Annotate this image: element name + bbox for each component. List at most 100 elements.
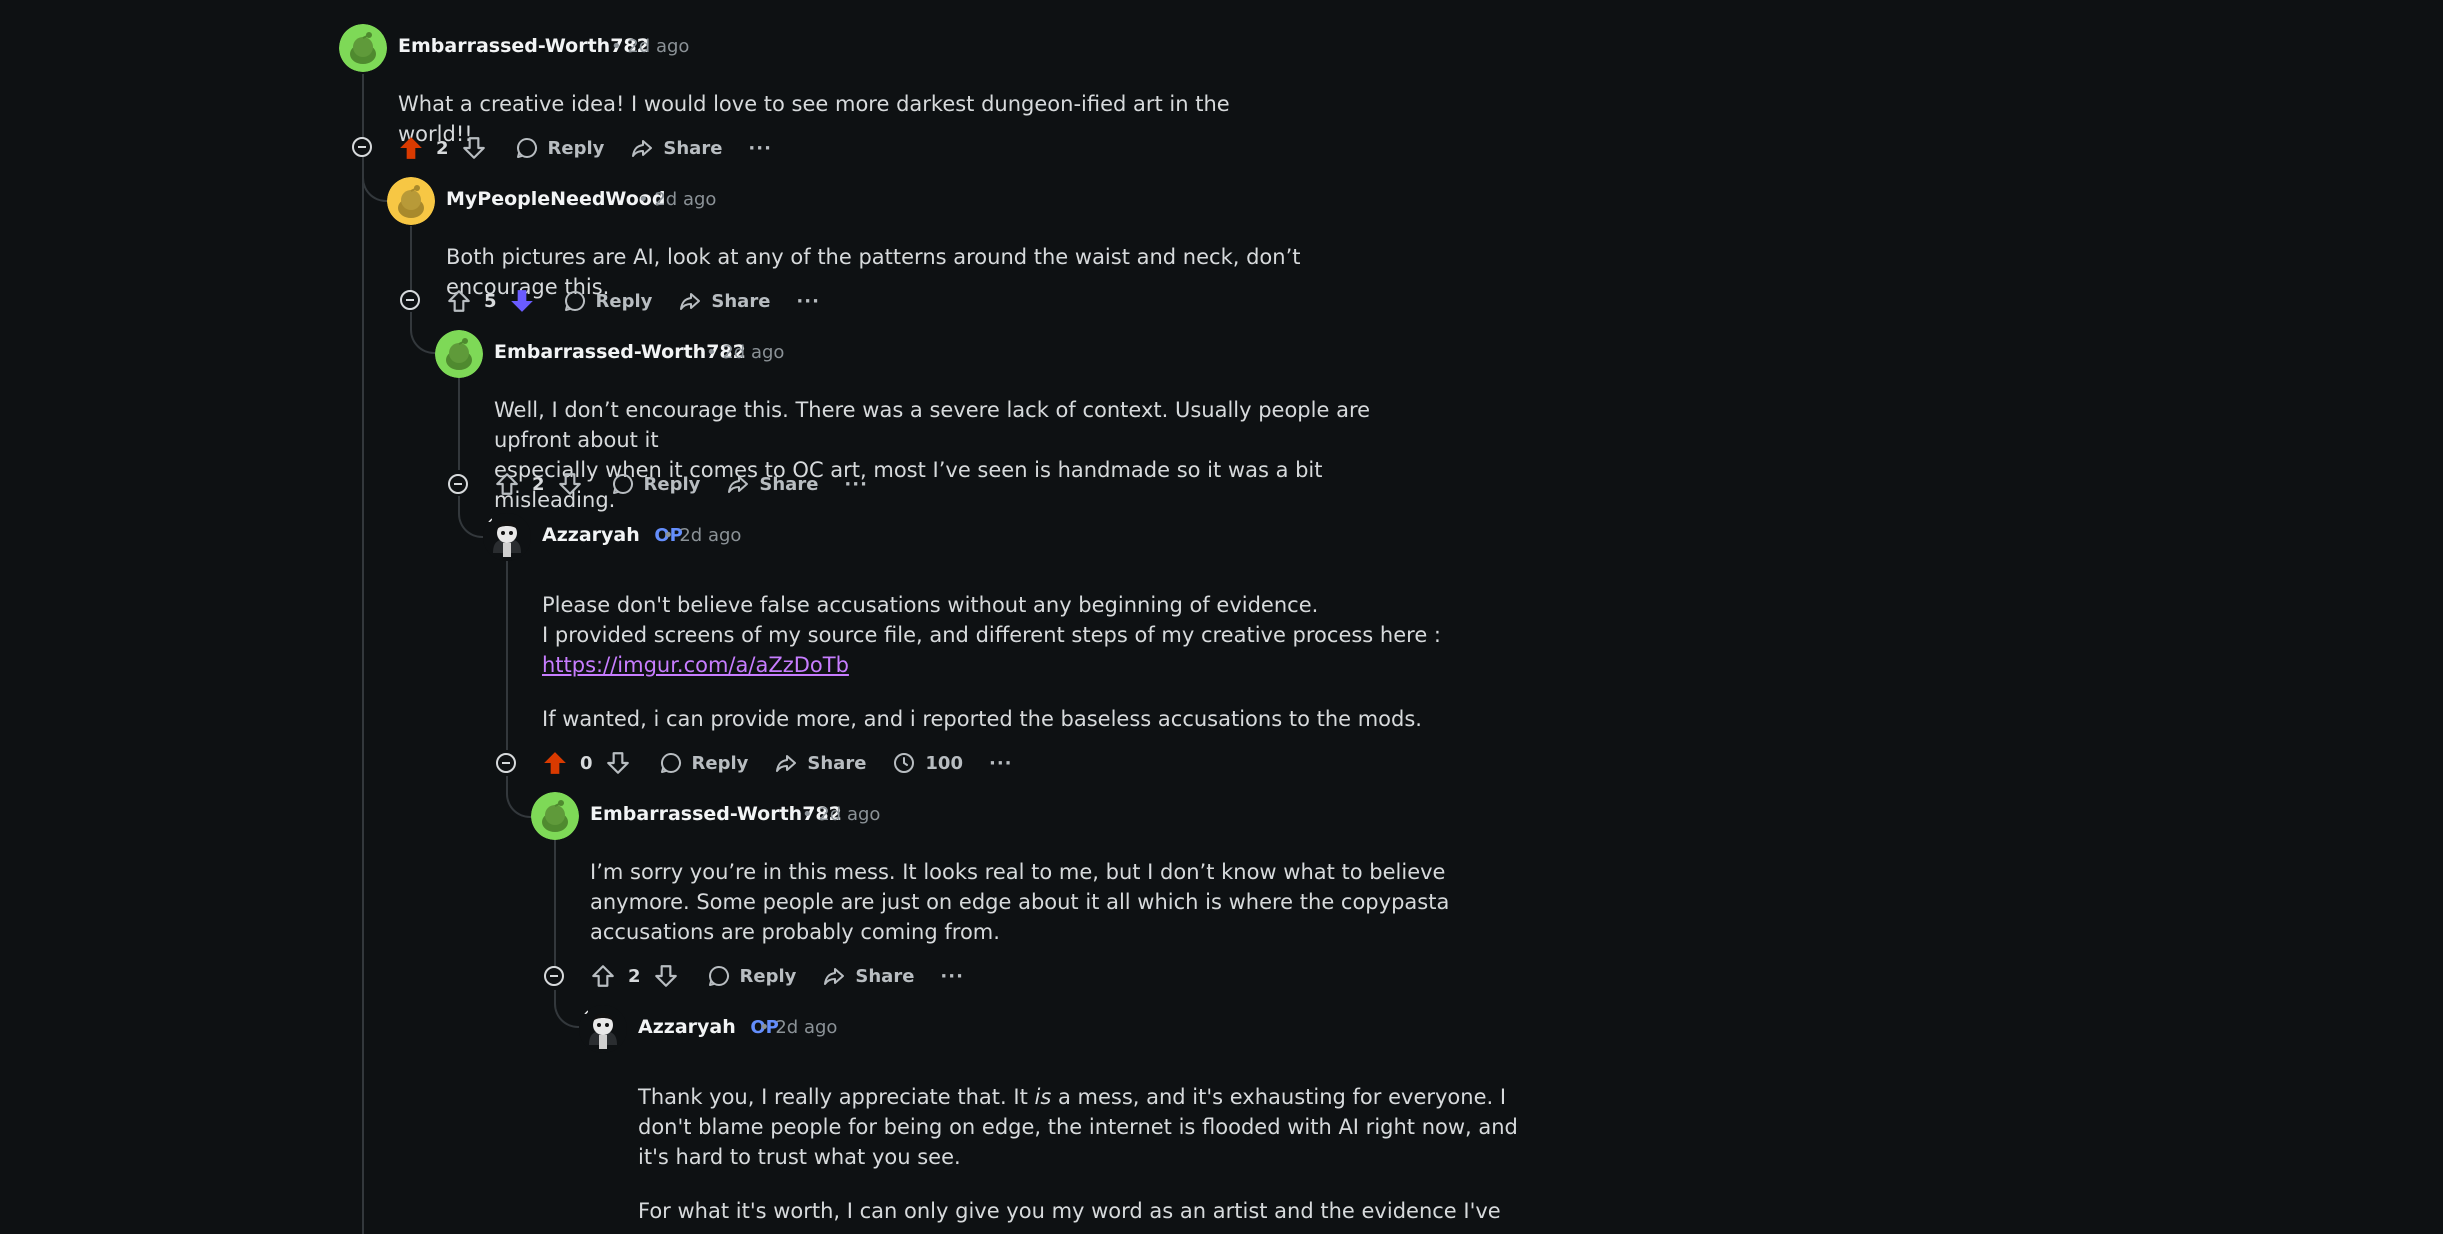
share-arrow-icon xyxy=(728,476,749,493)
award-count: 100 xyxy=(925,752,963,774)
comment-body: Thank you, I really appreciate that. It … xyxy=(638,1082,1538,1226)
comment-text: don't blame people for being on edge, th… xyxy=(638,1115,1518,1139)
avatar[interactable] xyxy=(579,1005,627,1053)
share-button[interactable]: Share xyxy=(774,751,866,775)
thread-connector xyxy=(410,312,438,354)
comment-text: it's hard to trust what you see. xyxy=(638,1145,961,1169)
thread-line[interactable] xyxy=(410,226,412,296)
comment-text: Well, I don’t encourage this. There was … xyxy=(494,398,1371,452)
thread-connector xyxy=(554,990,582,1028)
comment-author[interactable]: Azzaryah OP xyxy=(638,1016,779,1038)
emphasis-text: is xyxy=(1034,1085,1052,1109)
downvote-icon[interactable] xyxy=(557,471,583,497)
thread-line[interactable] xyxy=(458,378,460,470)
comment-bubble-icon xyxy=(660,753,681,773)
collapse-thread-button[interactable] xyxy=(448,474,468,494)
avatar[interactable] xyxy=(435,330,483,378)
more-options-button[interactable]: ··· xyxy=(748,138,772,159)
comment-text: If wanted, i can provide more, and i rep… xyxy=(542,707,1422,731)
more-options-button[interactable]: ··· xyxy=(796,291,820,312)
comment-timestamp[interactable]: • 2d ago xyxy=(611,36,689,57)
thread-connector xyxy=(506,776,534,818)
imgur-link[interactable]: https://imgur.com/a/aZzDoTb xyxy=(542,653,849,677)
share-label: Share xyxy=(663,137,723,159)
comment-text: Please don't believe false accusations w… xyxy=(542,593,1319,617)
reply-label: Reply xyxy=(547,137,605,159)
snoo-avatar-icon xyxy=(339,24,387,72)
comment-bubble-icon xyxy=(564,291,585,311)
comment-bubble-icon xyxy=(516,138,537,158)
downvote-icon[interactable] xyxy=(605,750,631,776)
reply-label: Reply xyxy=(643,473,701,495)
comment-thread: Embarrassed-Worth782 • 2d ago What a cre… xyxy=(0,0,2443,1234)
comment-text: Thank you, I really appreciate that. It … xyxy=(638,1085,1507,1109)
collapse-thread-button[interactable] xyxy=(544,966,564,986)
avatar[interactable] xyxy=(387,177,435,225)
collapse-thread-button[interactable] xyxy=(496,753,516,773)
downvote-icon[interactable] xyxy=(509,288,535,314)
more-options-button[interactable]: ··· xyxy=(844,474,868,495)
award-button[interactable]: 100 xyxy=(892,751,963,775)
avatar[interactable] xyxy=(483,513,531,561)
comment-action-bar: 2 Reply Share ··· xyxy=(398,130,772,166)
share-label: Share xyxy=(855,965,915,987)
comment-timestamp[interactable]: • 2d ago xyxy=(759,1017,837,1038)
collapse-thread-button[interactable] xyxy=(400,290,420,310)
comment-timestamp[interactable]: • 2d ago xyxy=(638,189,716,210)
comment-text: I’m sorry you’re in this mess. It looks … xyxy=(590,860,1446,884)
thread-line[interactable] xyxy=(506,560,508,750)
reply-label: Reply xyxy=(691,752,749,774)
more-options-button[interactable]: ··· xyxy=(940,966,964,987)
comment-timestamp[interactable]: • 2d ago xyxy=(663,525,741,546)
comment-author[interactable]: Azzaryah OP xyxy=(542,524,683,546)
vote-group: 2 xyxy=(494,471,583,497)
upvote-icon[interactable] xyxy=(542,750,568,776)
comment-text: I provided screens of my source file, an… xyxy=(542,623,1441,647)
upvote-icon[interactable] xyxy=(494,471,520,497)
share-button[interactable]: Share xyxy=(822,964,914,988)
reply-button[interactable]: Reply xyxy=(563,289,652,313)
comment-text: accusations are probably coming from. xyxy=(590,920,1000,944)
more-options-button[interactable]: ··· xyxy=(989,753,1013,774)
reply-button[interactable]: Reply xyxy=(659,751,749,775)
author-name: Azzaryah xyxy=(542,524,640,546)
downvote-icon[interactable] xyxy=(653,963,679,989)
vote-count: 5 xyxy=(484,290,497,312)
share-button[interactable]: Share xyxy=(678,289,770,313)
upvote-icon[interactable] xyxy=(446,288,472,314)
upvote-icon[interactable] xyxy=(590,963,616,989)
snoo-avatar-icon xyxy=(483,513,531,561)
snoo-avatar-icon xyxy=(435,330,483,378)
comment-bubble-icon xyxy=(708,966,729,986)
comment-action-bar: 5 Reply Share ··· xyxy=(446,283,820,319)
comment-action-bar: 2 Reply Share ··· xyxy=(494,466,868,502)
thread-connector xyxy=(458,496,486,538)
thread-line[interactable] xyxy=(554,840,556,970)
share-label: Share xyxy=(759,473,819,495)
author-name: Azzaryah xyxy=(638,1016,736,1038)
comment-body: I’m sorry you’re in this mess. It looks … xyxy=(590,857,1490,947)
reply-button[interactable]: Reply xyxy=(707,964,796,988)
snoo-avatar-icon xyxy=(387,177,435,225)
share-label: Share xyxy=(711,290,771,312)
share-button[interactable]: Share xyxy=(726,472,818,496)
share-button[interactable]: Share xyxy=(630,136,722,160)
comment-body: Please don't believe false accusations w… xyxy=(542,590,1442,734)
comment-text: anymore. Some people are just on edge ab… xyxy=(590,890,1450,914)
downvote-icon[interactable] xyxy=(461,135,487,161)
comment-timestamp[interactable]: • 2d ago xyxy=(802,804,880,825)
reply-button[interactable]: Reply xyxy=(515,136,605,160)
award-clock-icon xyxy=(894,753,915,773)
comment-timestamp[interactable]: • 2d ago xyxy=(706,342,784,363)
share-arrow-icon xyxy=(680,293,701,310)
avatar[interactable] xyxy=(531,792,579,840)
reply-button[interactable]: Reply xyxy=(611,472,701,496)
vote-group: 2 xyxy=(590,963,679,989)
avatar[interactable] xyxy=(339,24,387,72)
upvote-icon[interactable] xyxy=(398,135,424,161)
vote-count: 2 xyxy=(532,473,545,495)
comment-author[interactable]: MyPeopleNeedWood xyxy=(446,188,665,210)
collapse-thread-button[interactable] xyxy=(352,137,372,157)
thread-line[interactable] xyxy=(362,74,364,1234)
share-arrow-icon xyxy=(632,140,653,157)
